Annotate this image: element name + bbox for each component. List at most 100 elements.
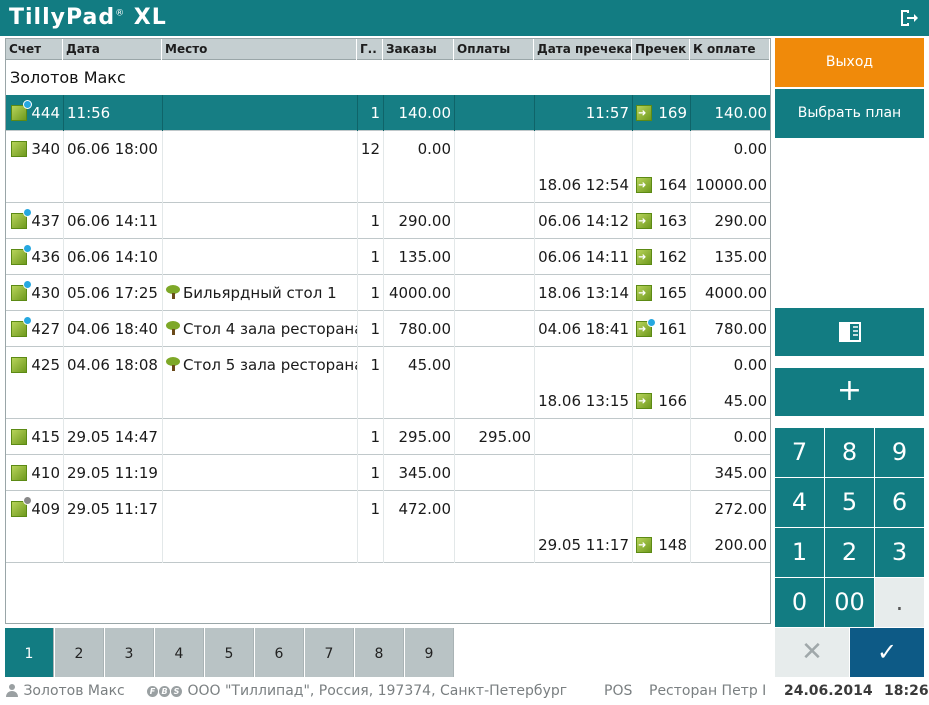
cell-orders: 780.00 [383, 311, 454, 347]
col-precheck[interactable]: Пречек [632, 39, 690, 60]
cell-text: 415 [31, 428, 60, 446]
cell-precheck [632, 131, 690, 167]
key-2[interactable]: 2 [825, 528, 874, 577]
table-row[interactable]: 410 29.05 11:19 1 345.00 345.00 [6, 455, 770, 491]
key-9[interactable]: 9 [875, 428, 924, 477]
cell-text: 0.00 [733, 140, 767, 158]
table-row[interactable]: 415 29.05 14:47 1 295.00 295.00 0.00 [6, 419, 770, 455]
col-orders[interactable]: Заказы [383, 39, 454, 60]
logo-text: TillyPad [9, 5, 116, 30]
add-bill-button[interactable]: + [775, 368, 924, 416]
status-dot-icon [23, 208, 32, 217]
cell-payments [454, 95, 534, 131]
cell-text: Стол 5 зала ресторана [183, 356, 357, 374]
table-row[interactable]: 425 04.06 18:08 Стол 5 зала ресторана 1 45.0… [6, 347, 770, 383]
page-tab-7[interactable]: 7 [305, 628, 354, 677]
cell-text: 18.06 12:54 [538, 176, 629, 194]
table-row[interactable]: 18.06 12:54 164 10000.00 [6, 167, 770, 203]
key-dot[interactable]: . [875, 578, 924, 627]
cell-place [162, 491, 357, 527]
cell-text: 162 [658, 248, 687, 266]
col-payments[interactable]: Оплаты [454, 39, 534, 60]
key-6[interactable]: 6 [875, 478, 924, 527]
page-tab-5[interactable]: 5 [205, 628, 254, 677]
col-to-pay[interactable]: К оплате [690, 39, 770, 60]
cell-to-pay: 290.00 [690, 203, 770, 239]
user-icon [6, 684, 18, 697]
table-row[interactable]: 444 11:56 1 140.00 11:57 169 140.00 [6, 95, 770, 131]
cell-text: 345.00 [714, 464, 768, 482]
cell-text: Стол 4 зала ресторана [183, 320, 357, 338]
cell-precheck: 162 [632, 239, 690, 275]
col-guests[interactable]: Г.. [357, 39, 383, 60]
cell-guests: 1 [357, 347, 383, 383]
col-bill[interactable]: Счет [6, 39, 63, 60]
table-row[interactable]: 430 05.06 17:25 Бильярдный стол 1 1 4000.00 1… [6, 275, 770, 311]
cell-precheck: 165 [632, 275, 690, 311]
page-tab-9[interactable]: 9 [405, 628, 454, 677]
cell-text: 1 [370, 248, 380, 266]
key-8[interactable]: 8 [825, 428, 874, 477]
page-tab-6[interactable]: 6 [255, 628, 304, 677]
cell-text: 345.00 [398, 464, 452, 482]
cell-text: 06.06 14:11 [67, 212, 158, 230]
key-5[interactable]: 5 [825, 478, 874, 527]
cell-precheck [632, 347, 690, 383]
select-plan-button[interactable]: Выбрать план [775, 89, 924, 138]
group-row[interactable]: Золотов Макс [6, 61, 770, 95]
cell-to-pay: 4000.00 [690, 275, 770, 311]
key-0[interactable]: 0 [775, 578, 824, 627]
page-tab-3[interactable]: 3 [105, 628, 154, 677]
cell-precheck-date: 06.06 14:11 [534, 239, 632, 275]
cell-text: 04.06 18:40 [67, 320, 158, 338]
cell-text: 436 [31, 248, 60, 266]
cell-place [162, 527, 357, 563]
cell-text: 290.00 [714, 212, 768, 230]
ok-button[interactable]: ✓ [850, 628, 924, 677]
page-tab-2[interactable]: 2 [55, 628, 104, 677]
table-row[interactable]: 436 06.06 14:10 1 135.00 06.06 14:11 162 135.0… [6, 239, 770, 275]
key-4[interactable]: 4 [775, 478, 824, 527]
table-row[interactable]: 437 06.06 14:11 1 290.00 06.06 14:12 163 290.0… [6, 203, 770, 239]
status-restaurant: Ресторан Петр I [649, 683, 767, 699]
table-row[interactable]: 29.05 11:17 148 200.00 [6, 527, 770, 563]
cell-place [162, 167, 357, 203]
cell-orders: 45.00 [383, 347, 454, 383]
service-badge-icon: S [171, 686, 182, 697]
table-row[interactable]: 18.06 13:15 166 45.00 [6, 383, 770, 419]
exit-button[interactable]: Выход [775, 38, 924, 87]
page-tab-4[interactable]: 4 [155, 628, 204, 677]
precheck-icon [636, 276, 652, 311]
key-7[interactable]: 7 [775, 428, 824, 477]
cell-orders: 140.00 [383, 95, 454, 131]
cell-bill: 436 [6, 239, 63, 275]
cell-text: 200.00 [714, 536, 768, 554]
cell-text: 140.00 [398, 104, 452, 122]
cell-payments [454, 491, 534, 527]
cell-text: 148 [658, 536, 687, 554]
page-tabs: 123456789 [5, 628, 455, 677]
cell-text: 340 [31, 140, 60, 158]
cell-text: 437 [31, 212, 60, 230]
cell-bill: 415 [6, 419, 63, 455]
page-tab-8[interactable]: 8 [355, 628, 404, 677]
status-bar: Золотов Макс FBS ООО "Тиллипад", Россия,… [0, 679, 929, 705]
page-tab-1[interactable]: 1 [5, 628, 54, 677]
cell-precheck-date: 29.05 11:17 [534, 527, 632, 563]
col-date[interactable]: Дата [63, 39, 162, 60]
cell-precheck-date: 06.06 14:12 [534, 203, 632, 239]
col-place[interactable]: Место [162, 39, 357, 60]
table-row[interactable]: 340 06.06 18:00 12 0.00 0.00 [6, 131, 770, 167]
key-00[interactable]: 00 [825, 578, 874, 627]
table-row[interactable]: 409 29.05 11:17 1 472.00 272.00 [6, 491, 770, 527]
logout-icon[interactable] [899, 8, 919, 28]
key-1[interactable]: 1 [775, 528, 824, 577]
cell-to-pay: 0.00 [690, 419, 770, 455]
col-precheck-date[interactable]: Дата пречека [534, 39, 632, 60]
cell-payments [454, 347, 534, 383]
cancel-button[interactable]: ✕ [775, 628, 849, 677]
key-3[interactable]: 3 [875, 528, 924, 577]
precheck-icon [636, 204, 652, 239]
split-bill-button[interactable] [775, 308, 924, 356]
table-row[interactable]: 427 04.06 18:40 Стол 4 зала ресторана 1 780.… [6, 311, 770, 347]
